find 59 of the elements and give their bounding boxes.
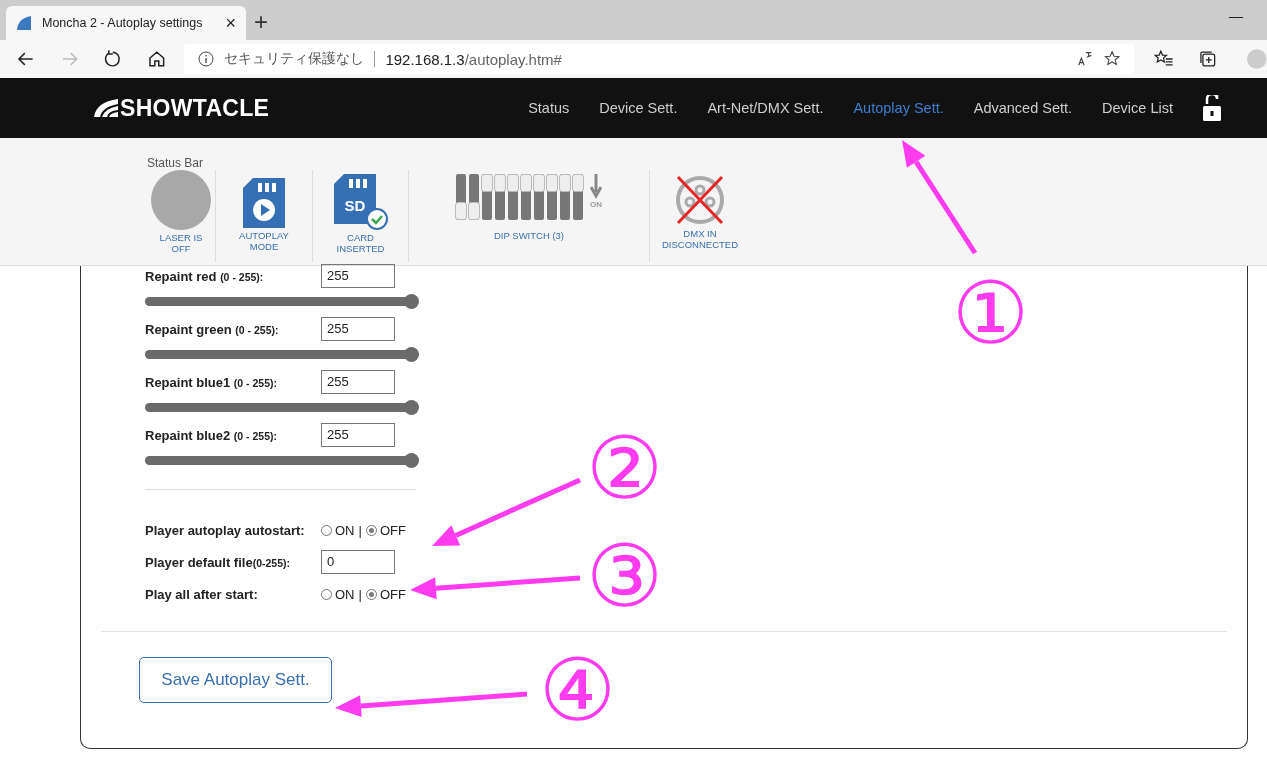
input-field[interactable]: 255 (321, 423, 395, 447)
input-field[interactable]: 255 (321, 370, 395, 394)
logo-icon (94, 99, 118, 117)
field-label: Repaint red (0 - 255): (145, 268, 265, 284)
close-tab-button[interactable]: × (225, 12, 236, 34)
nav-link[interactable]: Device List (1102, 100, 1173, 116)
field-label: Player default file(0-255): (145, 554, 291, 570)
status-caption: AUTOPLAY MODE (239, 230, 289, 252)
nav-link[interactable]: Device Sett. (599, 100, 678, 116)
radio-option[interactable]: ON (321, 586, 355, 602)
field-label: Repaint green (0 - 255): (145, 321, 280, 337)
brand-name: SHOWTACLE (120, 94, 270, 122)
slider[interactable] (145, 350, 416, 359)
minimize-button[interactable]: — (1229, 8, 1243, 24)
status-caption: LASER IS OFF (159, 232, 203, 254)
status-bar-title: Status Bar (147, 156, 205, 170)
slider[interactable] (145, 456, 416, 465)
browser-tab[interactable]: Moncha 2 - Autoplay settings × (6, 6, 246, 40)
annotation-number: ④ (539, 642, 617, 738)
annotation-number: ② (586, 420, 664, 516)
separator: | (358, 522, 362, 538)
info-icon[interactable] (198, 51, 215, 67)
add-favorite-icon[interactable] (1104, 50, 1123, 68)
play-card-icon (243, 178, 285, 228)
home-icon[interactable] (146, 49, 167, 69)
annotation-number: ③ (586, 528, 664, 624)
radio-option[interactable]: OFF (365, 522, 406, 538)
field-label: Play all after start: (145, 586, 259, 602)
dip-switch-drawing: ON (456, 174, 602, 220)
radio-option[interactable]: ON (321, 522, 355, 538)
favorites-icon[interactable] (1154, 49, 1174, 69)
input-field[interactable]: 255 (321, 264, 395, 288)
lock-icon[interactable] (1203, 95, 1221, 121)
radio-option[interactable]: OFF (365, 586, 406, 602)
slider[interactable] (145, 297, 416, 306)
nav-link[interactable]: Status (528, 100, 570, 116)
collections-icon[interactable] (1197, 49, 1218, 69)
nav-link[interactable]: Advanced Sett. (973, 100, 1073, 116)
input-field[interactable]: 255 (321, 317, 395, 341)
tab-title: Moncha 2 - Autoplay settings (42, 16, 204, 30)
input-field[interactable]: 0 (321, 550, 395, 574)
nav-link[interactable]: Autoplay Sett. (853, 100, 944, 116)
annotation-number: ① (952, 265, 1030, 361)
refresh-icon[interactable] (103, 49, 123, 69)
security-label: セキュリティ保護なし (224, 50, 365, 68)
status-caption: DMX IN DISCONNECTED (662, 228, 738, 250)
address-bar[interactable]: セキュリティ保護なし 192.168.1.3/autoplay.htm# (184, 44, 1135, 74)
slider[interactable] (145, 403, 416, 412)
new-tab-button[interactable]: + (254, 10, 268, 34)
save-button[interactable]: Save Autoplay Sett. (139, 657, 332, 703)
status-caption: DIP SWITCH (3) (494, 230, 564, 241)
status-caption: CARD INSERTED (336, 232, 385, 254)
field-label: Repaint blue2 (0 - 255): (145, 427, 279, 443)
field-label: Repaint blue1 (0 - 255): (145, 374, 279, 390)
field-label: Player autoplay autostart: (145, 522, 306, 538)
favicon-icon (16, 15, 32, 31)
nav-link[interactable]: Art-Net/DMX Sett. (707, 100, 824, 116)
url-text: 192.168.1.3/autoplay.htm# (385, 50, 562, 68)
separator: | (358, 586, 362, 602)
